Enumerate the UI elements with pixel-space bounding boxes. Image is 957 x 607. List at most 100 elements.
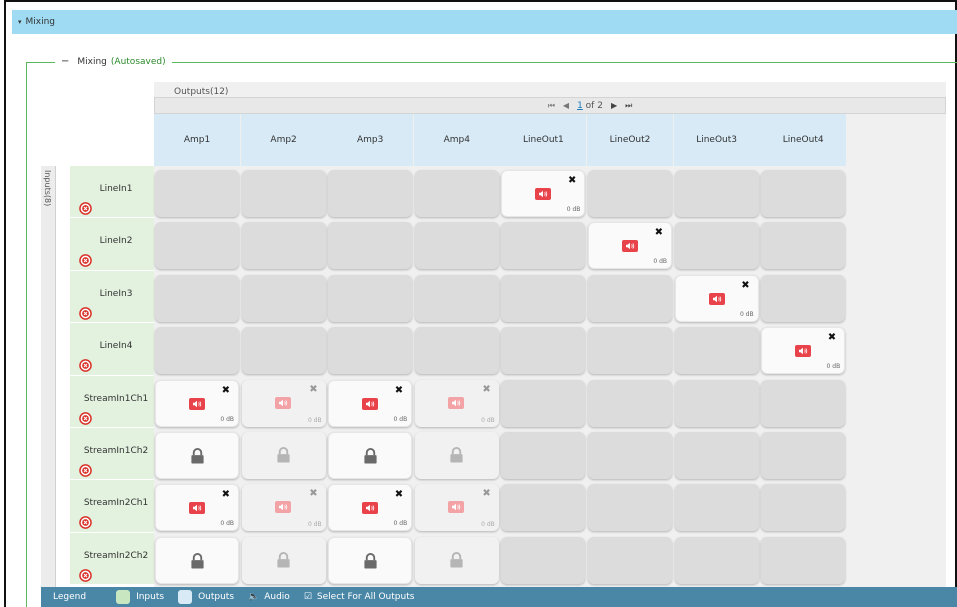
- matrix-cell[interactable]: [241, 432, 326, 479]
- matrix-cell[interactable]: [328, 222, 413, 270]
- matrix-cell[interactable]: [414, 327, 499, 375]
- matrix-cell[interactable]: ✖ 0 dB: [241, 379, 326, 427]
- audio-icon[interactable]: [447, 501, 464, 514]
- matrix-cell[interactable]: ✖ 0 dB: [328, 484, 413, 532]
- output-column-header[interactable]: Amp4: [413, 114, 500, 166]
- matrix-cell[interactable]: [155, 274, 239, 322]
- output-column-header[interactable]: LineOut1: [500, 114, 587, 166]
- matrix-cell[interactable]: [414, 274, 499, 322]
- matrix-cell[interactable]: ✖ 0 dB: [241, 484, 326, 532]
- next-page-icon[interactable]: ▶: [611, 101, 617, 110]
- matrix-cell[interactable]: ✖ 0 dB: [155, 379, 239, 427]
- matrix-cell[interactable]: ✖ 0 dB: [501, 170, 586, 217]
- matrix-cell[interactable]: [588, 432, 672, 479]
- matrix-cell[interactable]: [674, 327, 759, 375]
- output-column-header[interactable]: LineOut2: [587, 114, 673, 166]
- matrix-cell[interactable]: [588, 379, 672, 427]
- matrix-cell[interactable]: [674, 432, 759, 479]
- matrix-cell[interactable]: ✖ 0 dB: [674, 274, 759, 322]
- matrix-cell[interactable]: [414, 222, 499, 270]
- matrix-cell[interactable]: [155, 170, 239, 217]
- output-column-header[interactable]: LineOut4: [760, 114, 847, 166]
- remove-circle-icon[interactable]: [79, 464, 92, 477]
- close-x-icon[interactable]: ✖: [395, 385, 403, 396]
- mixing-header-bar[interactable]: ▾ Mixing: [12, 10, 957, 34]
- matrix-cell[interactable]: [155, 222, 239, 270]
- audio-icon[interactable]: [189, 502, 205, 515]
- matrix-cell[interactable]: [328, 327, 413, 375]
- audio-icon[interactable]: [535, 188, 552, 200]
- matrix-cell[interactable]: [414, 536, 499, 584]
- close-x-icon[interactable]: ✖: [482, 384, 490, 395]
- audio-icon[interactable]: [447, 396, 464, 409]
- matrix-cell[interactable]: [761, 222, 846, 270]
- remove-circle-icon[interactable]: [79, 568, 92, 582]
- matrix-cell[interactable]: [241, 274, 326, 322]
- matrix-cell[interactable]: [761, 536, 846, 584]
- output-column-header[interactable]: Amp1: [154, 114, 240, 166]
- audio-icon[interactable]: [708, 292, 725, 305]
- matrix-cell[interactable]: ✖ 0 dB: [414, 379, 499, 427]
- matrix-cell[interactable]: [328, 536, 413, 584]
- matrix-cell[interactable]: [674, 222, 759, 270]
- prev-page-icon[interactable]: ◀: [563, 101, 569, 110]
- audio-icon[interactable]: [274, 396, 291, 409]
- matrix-cell[interactable]: [328, 170, 413, 217]
- remove-circle-icon[interactable]: [79, 516, 92, 530]
- matrix-cell[interactable]: [501, 432, 586, 479]
- matrix-cell[interactable]: [241, 327, 326, 375]
- remove-circle-icon[interactable]: [79, 254, 92, 268]
- current-page-link[interactable]: 1: [577, 101, 583, 111]
- matrix-cell[interactable]: ✖ 0 dB: [761, 327, 846, 375]
- matrix-cell[interactable]: [588, 170, 672, 217]
- matrix-cell[interactable]: [674, 379, 759, 427]
- close-x-icon[interactable]: ✖: [309, 384, 317, 395]
- matrix-cell[interactable]: [674, 536, 759, 584]
- matrix-cell[interactable]: [761, 379, 846, 427]
- close-x-icon[interactable]: ✖: [309, 488, 317, 499]
- last-page-icon[interactable]: ⏭: [625, 101, 632, 111]
- first-page-icon[interactable]: ⏮: [548, 101, 555, 111]
- matrix-cell[interactable]: [501, 379, 586, 427]
- matrix-cell[interactable]: [588, 274, 672, 322]
- matrix-cell[interactable]: [155, 536, 239, 584]
- audio-icon[interactable]: [189, 397, 205, 410]
- close-x-icon[interactable]: ✖: [655, 227, 663, 238]
- matrix-cell[interactable]: [588, 327, 672, 375]
- matrix-cell[interactable]: [241, 222, 326, 270]
- close-x-icon[interactable]: ✖: [395, 489, 403, 500]
- close-x-icon[interactable]: ✖: [568, 175, 576, 186]
- close-x-icon[interactable]: ✖: [222, 489, 230, 500]
- matrix-cell[interactable]: [501, 222, 586, 270]
- collapse-section-icon[interactable]: −: [61, 56, 69, 67]
- close-x-icon[interactable]: ✖: [741, 280, 749, 291]
- audio-icon[interactable]: [795, 345, 812, 358]
- remove-circle-icon[interactable]: [79, 306, 92, 320]
- matrix-cell[interactable]: [761, 274, 846, 322]
- close-x-icon[interactable]: ✖: [828, 332, 836, 343]
- close-x-icon[interactable]: ✖: [482, 488, 490, 499]
- matrix-cell[interactable]: [414, 432, 499, 479]
- matrix-cell[interactable]: ✖ 0 dB: [155, 484, 239, 532]
- matrix-cell[interactable]: [501, 327, 586, 375]
- close-x-icon[interactable]: ✖: [222, 385, 230, 396]
- remove-circle-icon[interactable]: [79, 411, 92, 425]
- audio-icon[interactable]: [362, 502, 379, 515]
- output-column-header[interactable]: LineOut3: [673, 114, 760, 166]
- remove-circle-icon[interactable]: [79, 202, 92, 215]
- matrix-cell[interactable]: [588, 484, 672, 532]
- matrix-cell[interactable]: [761, 170, 846, 217]
- matrix-cell[interactable]: ✖ 0 dB: [588, 222, 672, 270]
- matrix-cell[interactable]: [501, 536, 586, 584]
- matrix-cell[interactable]: [761, 484, 846, 532]
- matrix-cell[interactable]: [155, 432, 239, 479]
- matrix-cell[interactable]: [414, 170, 499, 217]
- matrix-cell[interactable]: ✖ 0 dB: [328, 379, 413, 427]
- collapse-caret-icon[interactable]: ▾: [18, 18, 22, 26]
- matrix-cell[interactable]: [674, 170, 759, 217]
- matrix-cell[interactable]: [155, 327, 239, 375]
- audio-icon[interactable]: [622, 240, 638, 253]
- audio-icon[interactable]: [274, 501, 291, 514]
- remove-circle-icon[interactable]: [79, 359, 92, 373]
- matrix-cell[interactable]: [588, 536, 672, 584]
